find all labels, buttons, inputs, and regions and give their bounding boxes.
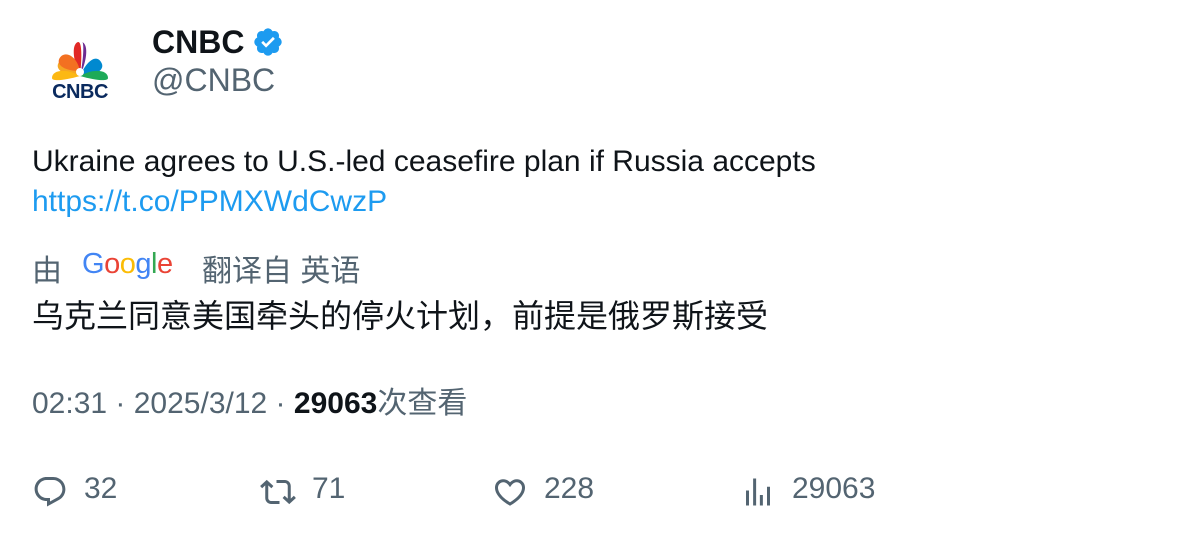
cnbc-logo-text: CNBC [52,81,108,103]
action-bar: 32 71 228 29063 [32,470,932,514]
tweet-date[interactable]: 2025/3/12 [134,387,267,420]
tweet-link[interactable]: https://t.co/PPMXWdCwzP [32,182,387,222]
avatar[interactable]: CNBC [32,28,128,124]
retweet-button[interactable]: 71 [260,470,345,514]
tweet-card: CNBC CNBC @CNBC Ukraine agrees to U.S.-l… [0,0,1196,538]
translation-prefix: 由 [32,255,62,288]
views-count: 29063 [293,387,378,420]
translated-text: 乌克兰同意美国牵头的停火计划，前提是俄罗斯接受 [32,298,769,334]
meta-separator: · [267,387,294,420]
views-button[interactable]: 29063 [740,470,875,514]
user-handle[interactable]: @CNBC [152,62,275,99]
retweet-count: 71 [312,472,346,505]
tweet-time[interactable]: 02:31 [32,387,107,420]
views-action-count: 29063 [792,472,876,505]
translation-attribution: 由 Google 翻译自 英语 [32,246,360,290]
like-count: 228 [544,472,595,505]
heart-icon [494,479,526,506]
verified-badge-icon [252,26,284,58]
tweet-meta: 02:31 · 2025/3/12 · 29063次查看 [32,384,467,424]
meta-separator: · [107,387,134,420]
google-logo[interactable]: Google [82,247,182,289]
translation-suffix: 翻译自 英语 [202,255,361,288]
reply-button[interactable]: 32 [32,470,117,514]
tweet-text: Ukraine agrees to U.S.-led ceasefire pla… [32,145,816,178]
reply-icon [34,477,66,507]
google-logo-text: Google [82,248,173,280]
reply-count: 32 [84,472,118,505]
display-name[interactable]: CNBC [152,24,244,61]
user-name-row[interactable]: CNBC [152,22,284,62]
cnbc-peacock-logo: CNBC [52,41,108,103]
views-label: 次查看 [377,387,468,420]
retweet-icon [260,479,296,505]
bar-chart-icon [746,478,770,506]
like-button[interactable]: 228 [492,470,594,514]
